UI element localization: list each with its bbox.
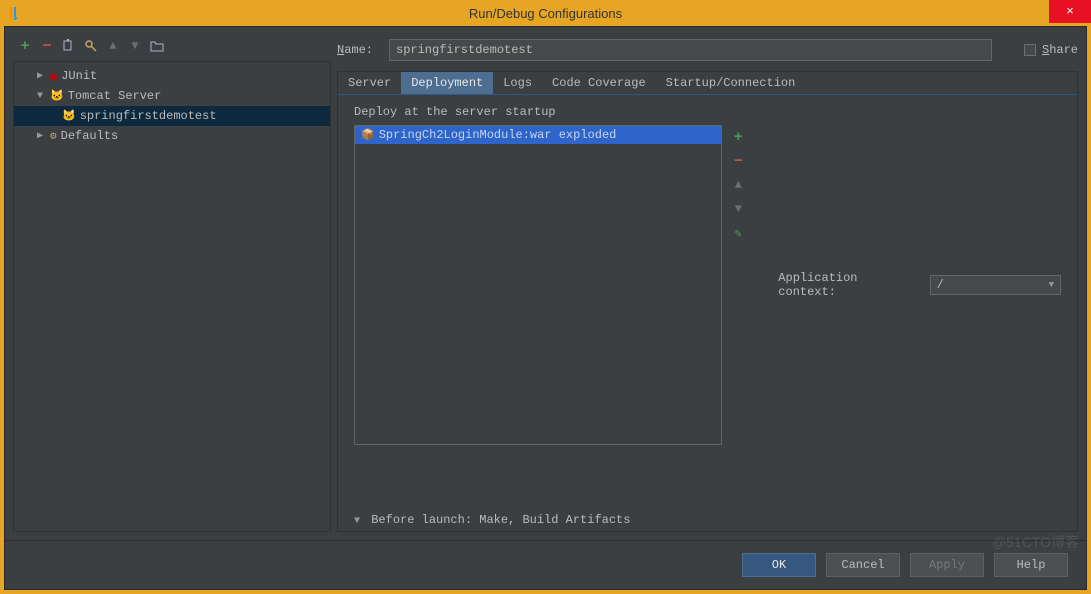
edit-artifact-icon[interactable]: ✎ [730, 225, 746, 241]
artifacts-row: 📦 SpringCh2LoginModule:war exploded + − … [354, 125, 1061, 445]
intellij-icon [8, 5, 24, 21]
wrench-icon[interactable] [83, 38, 99, 54]
junit-icon: ◉ [50, 69, 57, 84]
move-up-icon[interactable]: ▲ [105, 38, 121, 54]
dialog-window: Run/Debug Configurations × + − ▲ ▼ [0, 0, 1091, 594]
share-group[interactable]: Share [1024, 43, 1078, 57]
tomcat-icon: 🐱 [50, 89, 64, 103]
window-title: Run/Debug Configurations [469, 6, 622, 21]
remove-artifact-icon[interactable]: − [730, 153, 746, 169]
cancel-button[interactable]: Cancel [826, 553, 900, 577]
right-panel: Name: Share Server Deployment Logs Code … [337, 35, 1078, 532]
tree-item-junit[interactable]: ▶ ◉ JUnit [14, 66, 330, 86]
artifact-icon: 📦 [361, 128, 375, 142]
tab-deployment[interactable]: Deployment [401, 72, 493, 94]
apply-button[interactable]: Apply [910, 553, 984, 577]
chevron-down-icon: ▼ [1049, 280, 1054, 290]
ok-button[interactable]: OK [742, 553, 816, 577]
folder-icon[interactable] [149, 38, 165, 54]
tree-item-label: Defaults [61, 129, 119, 143]
name-row: Name: Share [337, 35, 1078, 71]
artifact-up-icon[interactable]: ▲ [730, 177, 746, 193]
tree-item-tomcat-server[interactable]: ▼ 🐱 Tomcat Server [14, 86, 330, 106]
title-bar: Run/Debug Configurations × [0, 0, 1091, 26]
help-button[interactable]: Help [994, 553, 1068, 577]
artifact-label: SpringCh2LoginModule:war exploded [379, 128, 617, 142]
remove-icon[interactable]: − [39, 38, 55, 54]
tree-item-defaults[interactable]: ▶ ⚙ Defaults [14, 126, 330, 146]
chevron-down-icon[interactable]: ▼ [354, 516, 360, 527]
before-launch-label: Before launch: Make, Build Artifacts [371, 513, 630, 527]
button-bar: OK Cancel Apply Help [5, 540, 1086, 589]
tree-item-springfirstdemotest[interactable]: 🐱 springfirstdemotest [14, 106, 330, 126]
move-down-icon[interactable]: ▼ [127, 38, 143, 54]
tab-logs[interactable]: Logs [493, 72, 542, 94]
app-context-value: / [937, 278, 944, 292]
chevron-right-icon[interactable]: ▶ [34, 130, 46, 142]
artifact-down-icon[interactable]: ▼ [730, 201, 746, 217]
defaults-icon: ⚙ [50, 129, 57, 143]
tab-server[interactable]: Server [338, 72, 401, 94]
config-tree[interactable]: ▶ ◉ JUnit ▼ 🐱 Tomcat Server 🐱 springfirs… [13, 61, 331, 532]
chevron-down-icon[interactable]: ▼ [34, 91, 46, 102]
tree-item-label: JUnit [61, 69, 97, 83]
config-body: Server Deployment Logs Code Coverage Sta… [337, 71, 1078, 532]
app-context-label: Application context: [778, 271, 921, 299]
tree-item-label: Tomcat Server [68, 89, 162, 103]
add-artifact-icon[interactable]: + [730, 129, 746, 145]
tomcat-icon: 🐱 [62, 109, 76, 123]
artifacts-list[interactable]: 📦 SpringCh2LoginModule:war exploded [354, 125, 722, 445]
name-label: Name: [337, 43, 389, 57]
close-button[interactable]: × [1049, 0, 1091, 23]
artifacts-toolbar: + − ▲ ▼ ✎ [722, 125, 754, 445]
main-area: + − ▲ ▼ ▶ ◉ [5, 27, 1086, 540]
copy-icon[interactable] [61, 38, 77, 54]
app-context-select[interactable]: / ▼ [930, 275, 1061, 295]
before-launch-section[interactable]: ▼ Before launch: Make, Build Artifacts [338, 509, 1077, 531]
tree-item-label: springfirstdemotest [80, 109, 217, 123]
deploy-area: Deploy at the server startup 📦 SpringCh2… [338, 95, 1077, 509]
chevron-right-icon[interactable]: ▶ [34, 70, 46, 82]
artifact-item[interactable]: 📦 SpringCh2LoginModule:war exploded [355, 126, 721, 144]
app-context-row: Application context: / ▼ [778, 125, 1061, 445]
share-label: Share [1042, 43, 1078, 57]
add-icon[interactable]: + [17, 38, 33, 54]
config-toolbar: + − ▲ ▼ [13, 35, 331, 57]
dialog-content: + − ▲ ▼ ▶ ◉ [4, 26, 1087, 590]
name-input[interactable] [389, 39, 992, 61]
tab-code-coverage[interactable]: Code Coverage [542, 72, 656, 94]
share-checkbox[interactable] [1024, 44, 1036, 56]
left-panel: + − ▲ ▼ ▶ ◉ [13, 35, 331, 532]
watermark: @51CTO博客 [992, 532, 1079, 552]
deploy-header: Deploy at the server startup [354, 105, 1061, 119]
tabs-row: Server Deployment Logs Code Coverage Sta… [338, 72, 1077, 95]
tab-startup-connection[interactable]: Startup/Connection [656, 72, 806, 94]
